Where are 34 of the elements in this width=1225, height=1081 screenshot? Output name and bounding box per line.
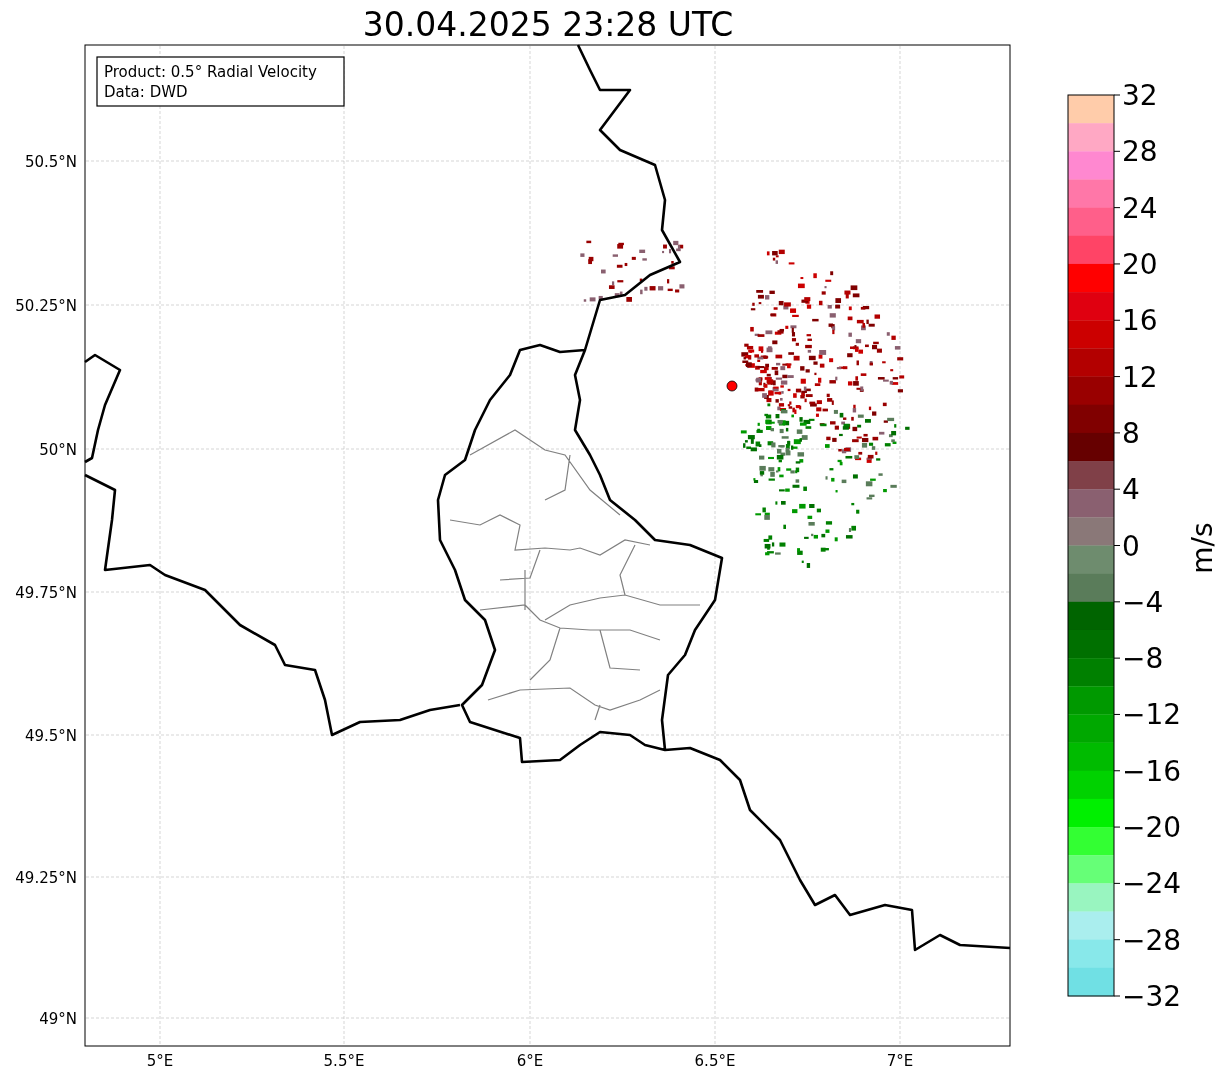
- longitude-tick-label: 5.5°E: [323, 1052, 365, 1070]
- colorbar-tick-label: −4: [1122, 585, 1164, 619]
- latitude-tick-label: 49.5°N: [24, 727, 77, 745]
- longitude-tick-label: 7°E: [886, 1052, 914, 1070]
- colorbar-tick-label: −32: [1122, 980, 1182, 1013]
- longitude-tick-label: 6°E: [516, 1052, 544, 1070]
- colorbar-tick-label: −16: [1122, 754, 1182, 788]
- colorbar-tick-label: 16: [1122, 304, 1158, 338]
- colorbar-tick-label: −20: [1122, 811, 1182, 845]
- colorbar-tick-label: −8: [1122, 642, 1164, 676]
- colorbar-tick-label: 0: [1122, 529, 1140, 563]
- legend-text: Product: 0.5° Radial Velocity: [104, 63, 317, 81]
- colorbar-tick-label: 12: [1122, 360, 1158, 394]
- colorbar-label: m/s: [1186, 522, 1219, 574]
- colorbar-tick-label: −28: [1122, 923, 1182, 957]
- radar-site-marker: [726, 380, 738, 392]
- colorbar-tick-label: 28: [1122, 135, 1158, 169]
- longitude-tick-label: 5°E: [146, 1052, 174, 1070]
- latitude-tick-label: 50.5°N: [24, 153, 77, 171]
- colorbar-tick-label: 20: [1122, 247, 1158, 281]
- colorbar-tick-label: 4: [1122, 473, 1140, 507]
- legend-text: Data: DWD: [104, 83, 188, 101]
- longitude-tick-label: 6.5°E: [694, 1052, 736, 1070]
- colorbar-tick-label: −12: [1122, 698, 1182, 732]
- chart-title: 30.04.2025 23:28 UTC: [362, 5, 734, 44]
- latitude-tick-label: 50°N: [39, 441, 77, 459]
- colorbar-tick-label: 32: [1122, 79, 1158, 112]
- latitude-tick-label: 49°N: [39, 1010, 77, 1028]
- latitude-tick-label: 50.25°N: [15, 297, 77, 315]
- latitude-tick-label: 49.75°N: [15, 584, 77, 602]
- latitude-tick-label: 49.25°N: [15, 869, 77, 887]
- colorbar-tick-label: 8: [1122, 416, 1140, 450]
- colorbar-tick-label: −24: [1122, 867, 1182, 901]
- colorbar-tick-label: 24: [1122, 191, 1158, 225]
